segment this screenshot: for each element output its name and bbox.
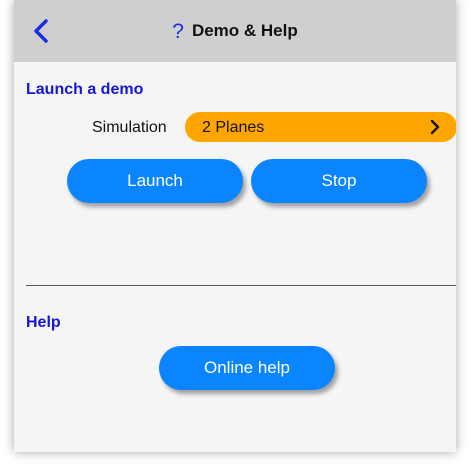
launch-button[interactable]: Launch <box>67 159 243 203</box>
simulation-select[interactable]: 2 Planes <box>185 112 456 142</box>
section-divider <box>26 285 456 286</box>
chevron-left-icon <box>34 19 48 43</box>
simulation-label: Simulation <box>92 119 167 136</box>
launch-section-title: Launch a demo <box>26 81 144 98</box>
back-button[interactable] <box>30 18 56 44</box>
header-bar: ? Demo & Help <box>14 0 456 62</box>
help-section-title: Help <box>26 314 61 331</box>
demo-help-screen: ? Demo & Help Launch a demo Simulation 2… <box>14 0 456 452</box>
simulation-value: 2 Planes <box>202 119 265 136</box>
header-title-group: ? Demo & Help <box>14 0 456 62</box>
online-help-button[interactable]: Online help <box>159 346 335 390</box>
stop-button[interactable]: Stop <box>251 159 427 203</box>
page-title: Demo & Help <box>191 21 298 40</box>
help-icon: ? <box>172 19 184 43</box>
chevron-right-icon <box>430 119 440 135</box>
